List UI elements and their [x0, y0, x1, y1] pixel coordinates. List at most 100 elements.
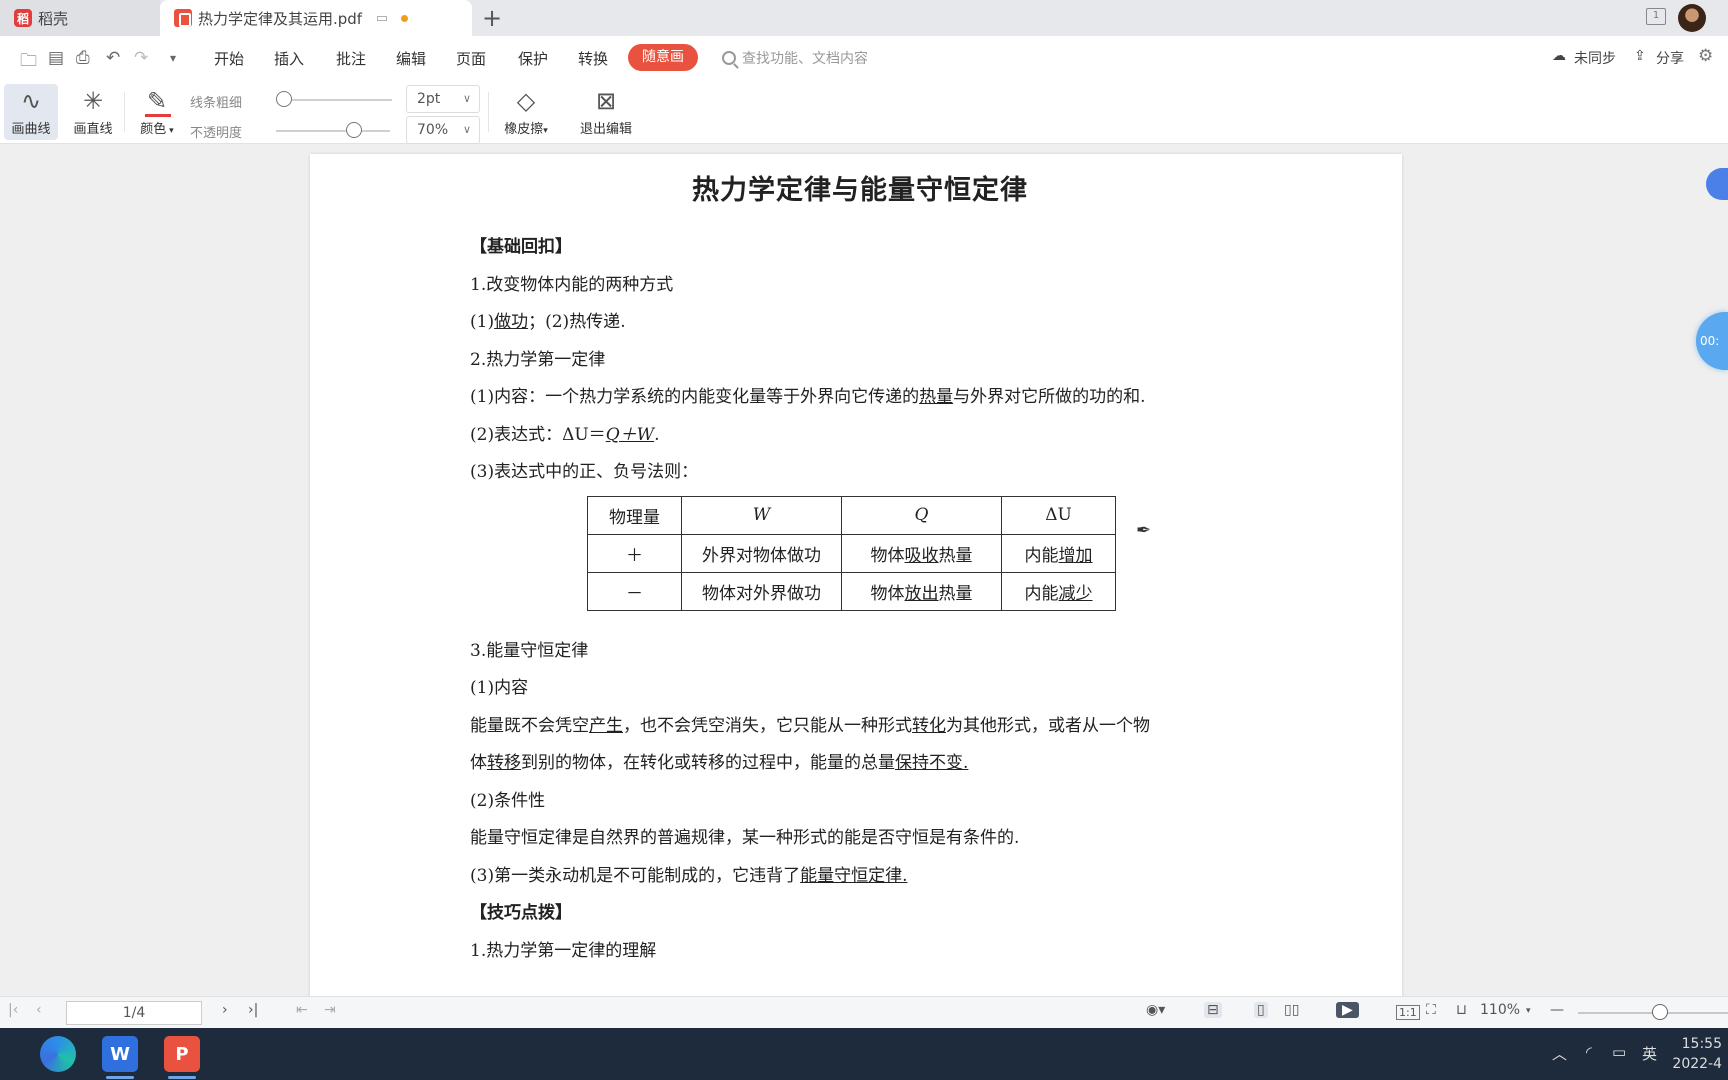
table-header-row: 物理量 W Q ΔU — [587, 495, 1116, 535]
menu-freehand-active[interactable]: 随意画 — [628, 44, 698, 71]
unsaved-dot-icon — [401, 14, 408, 22]
menu-page[interactable]: 页面 — [456, 48, 486, 69]
save-icon[interactable]: ▤ — [48, 48, 64, 68]
color-picker-button[interactable]: ✎ 颜色 ▾ — [132, 84, 182, 140]
line-sparkle-icon: ✳ — [82, 87, 104, 115]
table-header: Q — [841, 495, 1002, 535]
underlined-answer: 放出 — [904, 583, 939, 604]
tray-expand-icon[interactable]: ︿ — [1552, 1043, 1567, 1064]
system-clock[interactable]: 15:55 2022-4 — [1672, 1034, 1722, 1074]
section-heading: 【技巧点拨】 — [470, 903, 572, 923]
exit-box-icon: ⊠ — [595, 87, 617, 115]
menu-insert[interactable]: 插入 — [274, 48, 304, 69]
menu-annotate[interactable]: 批注 — [336, 48, 366, 69]
sync-status[interactable]: 未同步 — [1574, 48, 1616, 68]
back-icon[interactable]: ⇤ — [296, 1002, 308, 1018]
wps-pdf-icon[interactable]: P — [164, 1036, 200, 1072]
opacity-slider-knob[interactable] — [346, 122, 362, 138]
wps-writer-icon[interactable]: W — [102, 1036, 138, 1072]
zoom-level[interactable]: 110% — [1480, 1002, 1520, 1018]
document-viewport[interactable]: 热力学定律与能量守恒定律 【基础回扣】 1.改变物体内能的两种方式 (1)做功；… — [0, 144, 1728, 996]
chevron-down-icon[interactable]: ▾ — [1526, 1006, 1531, 1016]
underlined-answer: 做功 — [494, 312, 529, 332]
single-page-icon[interactable]: ▯ — [1254, 1002, 1268, 1018]
underlined-answer: 减少 — [1058, 583, 1093, 604]
text: 为其他形式，或者从一个物 — [946, 715, 1150, 736]
paragraph: 能量既不会凭空产生，也不会凭空消失，它只能从一种形式转化为其他形式，或者从一个物 — [470, 708, 1250, 746]
table-header: 物理量 — [587, 495, 682, 535]
cloud-sync-icon[interactable]: ☁ — [1552, 48, 1566, 64]
double-page-icon[interactable]: ▯▯ — [1284, 1002, 1299, 1018]
opacity-select[interactable]: 70% ∨ — [406, 116, 480, 144]
first-page-icon[interactable]: |‹ — [8, 1002, 18, 1018]
underlined-answer: 增加 — [1058, 545, 1093, 566]
bookmark-icon[interactable]: ⊔ — [1456, 1002, 1467, 1018]
thickness-slider-track[interactable] — [278, 99, 392, 101]
redo-icon[interactable]: ↷ — [134, 48, 148, 68]
eraser-button[interactable]: ◇ 橡皮擦▾ — [496, 84, 556, 140]
avatar[interactable] — [1678, 4, 1706, 32]
battery-icon[interactable]: ▭ — [1612, 1043, 1626, 1061]
zoom-out-icon[interactable]: — — [1550, 1002, 1564, 1018]
fit-width-icon[interactable]: ⊟ — [1204, 1002, 1222, 1018]
tab-home-label: 稻壳 — [38, 9, 69, 28]
settings-icon[interactable]: ⚙ — [1698, 46, 1713, 66]
menu-start[interactable]: 开始 — [214, 48, 244, 69]
text: (1) — [470, 312, 495, 332]
tab-home[interactable]: 稻 稻壳 — [0, 0, 160, 36]
table-cell: 内能增加 — [1001, 533, 1116, 573]
paragraph: 能量守恒定律是自然界的普遍规律，某一种形式的能是否守恒是有条件的. — [470, 828, 1020, 848]
underlined-answer: 转化 — [912, 715, 946, 736]
share-icon[interactable]: ⇪ — [1634, 48, 1646, 64]
paragraph: 体转移到别的物体，在转化或转移的过程中，能量的总量保持不变. — [470, 745, 1250, 783]
edge-browser-icon[interactable] — [40, 1036, 76, 1072]
table-cell: 物体对外界做功 — [681, 571, 842, 611]
thickness-label: 线条粗细 — [190, 96, 243, 111]
search-placeholder: 查找功能、文档内容 — [742, 51, 868, 67]
network-icon[interactable]: ◜ — [1586, 1043, 1592, 1061]
print-icon[interactable]: ⎙ — [76, 48, 90, 68]
next-page-icon[interactable]: › — [222, 1002, 228, 1018]
pen-cursor-icon: ✒ — [1136, 520, 1152, 541]
opacity-slider-track[interactable] — [276, 130, 390, 132]
eraser-icon: ◇ — [516, 87, 536, 115]
fit-page-icon[interactable]: ⛶ — [1426, 1002, 1436, 1018]
menu-convert[interactable]: 转换 — [578, 48, 608, 69]
document-title: 热力学定律与能量守恒定律 — [692, 175, 1028, 206]
zoom-slider-knob[interactable] — [1652, 1004, 1668, 1020]
menu-protect[interactable]: 保护 — [518, 48, 548, 69]
ime-indicator[interactable]: 英 — [1642, 1043, 1657, 1064]
paragraph: (1)内容 — [470, 678, 529, 698]
forward-icon[interactable]: ⇥ — [324, 1002, 336, 1018]
docer-logo-icon: 稻 — [14, 9, 32, 27]
menu-edit[interactable]: 编辑 — [396, 48, 426, 69]
underlined-answer: 转移 — [487, 753, 521, 773]
text: 内能 — [1024, 583, 1059, 604]
draw-curve-button[interactable]: ∿ 画曲线 — [4, 84, 58, 140]
exit-edit-button[interactable]: ⊠ 退出编辑 — [574, 84, 638, 140]
new-tab-button[interactable]: + — [482, 4, 502, 32]
eraser-label: 橡皮擦 — [504, 122, 544, 137]
quick-access-dropdown-icon[interactable]: ▾ — [170, 51, 176, 65]
eye-protect-icon[interactable]: ◉▾ — [1146, 1002, 1165, 1018]
actual-size-icon[interactable]: 1:1 — [1396, 1005, 1420, 1020]
monitor-icon[interactable]: ▭ — [376, 11, 388, 26]
last-page-icon[interactable]: ›| — [248, 1002, 258, 1018]
current-color-swatch — [145, 114, 171, 117]
text: 到别的物体，在转化或转移的过程中，能量的总量 — [521, 753, 895, 773]
thickness-slider-knob[interactable] — [276, 91, 292, 107]
prev-page-icon[interactable]: ‹ — [36, 1002, 42, 1018]
divider — [488, 92, 489, 132]
open-folder-icon[interactable]: 🗀 — [20, 48, 37, 77]
share-button[interactable]: 分享 — [1656, 48, 1684, 68]
window-layout-icon[interactable]: 1 — [1646, 8, 1666, 25]
text: ，也不会凭空消失，它只能从一种形式 — [623, 715, 912, 736]
play-slideshow-icon[interactable]: ▶ — [1336, 1002, 1359, 1018]
table-cell: 物体放出热量 — [841, 571, 1002, 611]
thickness-select[interactable]: 2pt ∨ — [406, 85, 480, 113]
search-input[interactable]: 查找功能、文档内容 — [722, 48, 868, 68]
undo-icon[interactable]: ↶ — [106, 48, 120, 68]
tab-document[interactable]: 热力学定律及其运用.pdf ▭ — [160, 0, 472, 36]
page-number-input[interactable]: 1/4 — [66, 1001, 202, 1025]
draw-line-button[interactable]: ✳ 画直线 — [66, 84, 120, 140]
